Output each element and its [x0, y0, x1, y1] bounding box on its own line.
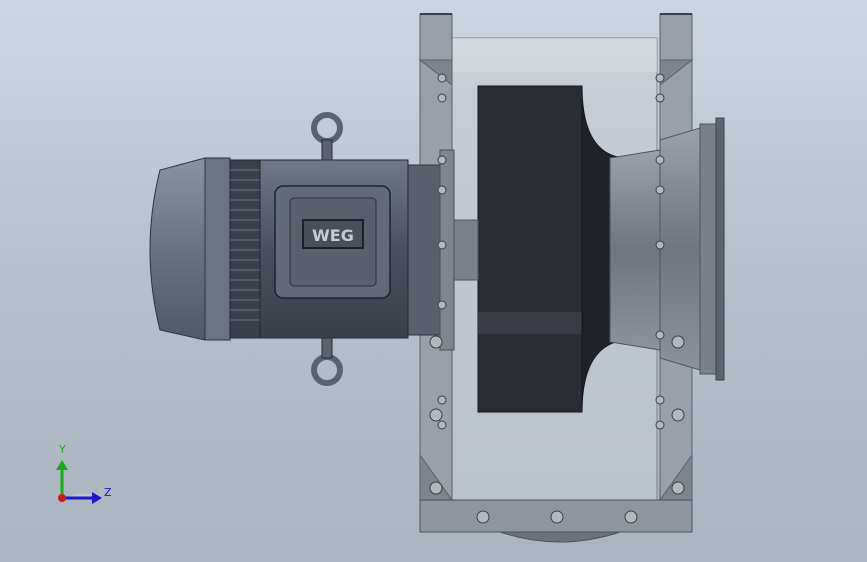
top-lifting-eye — [311, 112, 343, 161]
bottom-lifting-eye — [311, 337, 343, 386]
fan-assembly-model[interactable]: WEG — [0, 0, 867, 562]
impeller-blades — [477, 85, 583, 413]
motor-flange[interactable] — [404, 149, 455, 351]
svg-text:WEG: WEG — [312, 226, 354, 245]
cad-viewport[interactable]: WEG Y Z — [0, 0, 867, 562]
inlet-cone[interactable] — [609, 117, 725, 381]
motor-end-cap — [149, 157, 206, 341]
scroll-bottom — [499, 531, 621, 543]
y-axis-label: Y — [59, 443, 66, 456]
z-axis-label: Z — [104, 486, 112, 499]
electric-motor[interactable]: WEG — [149, 112, 409, 386]
coordinate-triad — [56, 460, 102, 504]
weg-logo: WEG — [302, 219, 364, 249]
housing-top-band — [452, 38, 657, 72]
origin-point — [58, 494, 66, 502]
cooling-fins — [229, 159, 261, 339]
